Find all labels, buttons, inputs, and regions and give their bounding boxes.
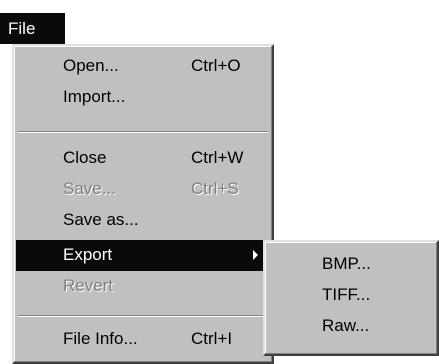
menu-item-label: Save... — [63, 179, 116, 198]
submenu-item-label: TIFF... — [322, 285, 371, 304]
menu-item-label: Revert — [63, 276, 114, 295]
submenu-item-label: Raw... — [322, 316, 370, 335]
menubar-file[interactable]: File — [0, 13, 65, 44]
submenu-item-raw[interactable]: Raw... — [267, 310, 437, 342]
menu-item-shortcut: Ctrl+S — [191, 179, 239, 198]
menu-item-export[interactable]: Export — [16, 240, 270, 271]
submenu-arrow-icon — [253, 250, 258, 260]
menubar-file-label: File — [8, 19, 36, 38]
menu-item-shortcut: Ctrl+W — [191, 148, 244, 167]
submenu-item-bmp[interactable]: BMP... — [267, 248, 437, 280]
file-menu: Open... Ctrl+O Import... Close Ctrl+W Sa… — [12, 44, 274, 364]
menu-item-close[interactable]: Close Ctrl+W — [16, 143, 270, 174]
menu-item-label: Save as... — [63, 210, 139, 229]
menu-item-file-info[interactable]: File Info... Ctrl+I — [16, 324, 270, 355]
menu-item-save: Save... Ctrl+S — [16, 174, 270, 205]
menu-separator — [18, 131, 268, 133]
menu-item-label: File Info... — [63, 329, 138, 348]
export-submenu: BMP... TIFF... Raw... — [263, 240, 439, 356]
menu-item-label: Export — [63, 245, 113, 264]
menu-item-revert: Revert — [16, 271, 270, 302]
menu-separator — [18, 315, 268, 317]
menu-item-shortcut: Ctrl+O — [191, 56, 241, 75]
menu-item-label: Import... — [63, 87, 126, 106]
menu-item-shortcut: Ctrl+I — [191, 329, 233, 348]
menu-item-label: Close — [63, 148, 107, 167]
submenu-item-tiff[interactable]: TIFF... — [267, 279, 437, 311]
menu-item-save-as[interactable]: Save as... — [16, 205, 270, 236]
submenu-item-label: BMP... — [322, 254, 371, 273]
menu-item-open[interactable]: Open... Ctrl+O — [16, 51, 270, 82]
menu-item-label: Open... — [63, 56, 119, 75]
menu-item-import[interactable]: Import... — [16, 82, 270, 113]
